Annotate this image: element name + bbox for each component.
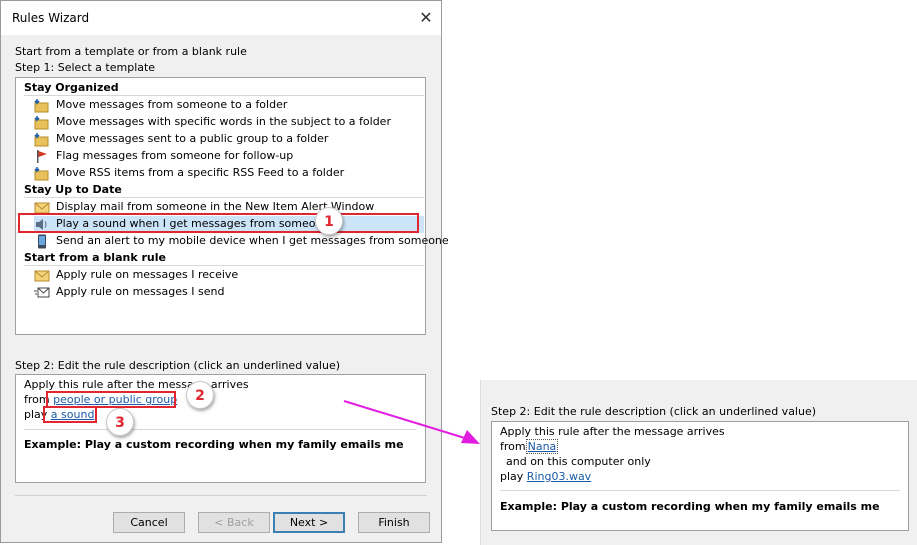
cancel-button[interactable]: Cancel xyxy=(113,512,185,533)
result-line3: and on this computer only xyxy=(506,455,651,468)
callout-badge-3: 3 xyxy=(106,408,134,436)
result-from: from Nana xyxy=(500,439,559,454)
template-item-label: Move RSS items from a specific RSS Feed … xyxy=(56,166,345,179)
template-item[interactable]: Move messages from someone to a folder xyxy=(34,97,424,114)
step1-label: Step 1: Select a template xyxy=(15,61,156,74)
window-title: Rules Wizard xyxy=(12,11,90,25)
template-item-label: Send an alert to my mobile device when I… xyxy=(56,234,449,247)
section-divider xyxy=(24,95,424,96)
section-heading: Stay Up to Date xyxy=(24,183,122,196)
highlight-box-3 xyxy=(43,406,97,423)
template-item[interactable]: Send an alert to my mobile device when I… xyxy=(34,233,449,250)
result-divider xyxy=(500,490,900,491)
template-item-label: Flag messages from someone for follow-up xyxy=(56,149,294,162)
move-folder-icon xyxy=(34,133,49,147)
template-item-label: Apply rule on messages I send xyxy=(56,285,225,298)
move-folder-icon xyxy=(34,116,49,130)
template-item[interactable]: Apply rule on messages I receive xyxy=(34,267,424,284)
highlight-box-1 xyxy=(18,213,419,233)
rules-wizard-dialog: Rules Wizard ✕ Start from a template or … xyxy=(0,0,449,543)
template-item-label: Move messages with specific words in the… xyxy=(56,115,391,128)
arrow-icon xyxy=(343,400,480,444)
template-item[interactable]: Flag messages from someone for follow-up xyxy=(34,148,424,165)
result-people-link[interactable]: Nana xyxy=(525,439,559,454)
flag-icon xyxy=(37,150,47,163)
template-item-label: Apply rule on messages I receive xyxy=(56,268,239,281)
envelope-icon xyxy=(34,270,50,282)
template-item-label: Move messages sent to a public group to … xyxy=(56,132,329,145)
send-envelope-icon xyxy=(34,287,50,298)
move-folder-icon xyxy=(34,99,49,113)
result-from-prefix: from xyxy=(500,440,526,453)
template-item[interactable]: Move RSS items from a specific RSS Feed … xyxy=(34,165,424,182)
close-icon[interactable]: ✕ xyxy=(413,7,439,29)
result-play: play Ring03.wav xyxy=(500,470,591,483)
template-item[interactable]: Move messages with specific words in the… xyxy=(34,114,424,131)
result-play-prefix: play xyxy=(500,470,524,483)
template-list[interactable]: Stay Organized Move messages from someon… xyxy=(15,77,449,335)
next-button[interactable]: Next > xyxy=(273,512,345,533)
result-line1: Apply this rule after the message arrive… xyxy=(500,425,725,438)
result-description-box: Apply this rule after the message arrive… xyxy=(491,421,909,531)
footer-divider xyxy=(15,495,427,496)
description-line1: Apply this rule after the message arrive… xyxy=(24,378,249,391)
section-divider xyxy=(24,265,424,266)
result-example-text: Example: Play a custom recording when my… xyxy=(500,500,880,513)
section-heading: Stay Organized xyxy=(24,81,119,94)
callout-badge-1: 1 xyxy=(315,207,343,235)
result-sound-link[interactable]: Ring03.wav xyxy=(527,470,591,483)
section-divider xyxy=(24,197,424,198)
template-item[interactable]: Apply rule on messages I send xyxy=(34,284,424,301)
intro-text: Start from a template or from a blank ru… xyxy=(15,45,247,58)
template-item-label: Move messages from someone to a folder xyxy=(56,98,288,111)
mobile-icon xyxy=(38,234,46,249)
back-button[interactable]: < Back xyxy=(198,512,270,533)
template-item[interactable]: Move messages sent to a public group to … xyxy=(34,131,424,148)
result-step2-label: Step 2: Edit the rule description (click… xyxy=(491,405,817,418)
callout-badge-2: 2 xyxy=(186,381,214,409)
section-heading: Start from a blank rule xyxy=(24,251,166,264)
title-bar: Rules Wizard ✕ xyxy=(1,1,441,35)
finish-button[interactable]: Finish xyxy=(358,512,430,533)
step2-label: Step 2: Edit the rule description (click… xyxy=(15,359,341,372)
move-folder-icon xyxy=(34,167,49,181)
result-panel: Step 2: Edit the rule description (click… xyxy=(480,380,917,545)
